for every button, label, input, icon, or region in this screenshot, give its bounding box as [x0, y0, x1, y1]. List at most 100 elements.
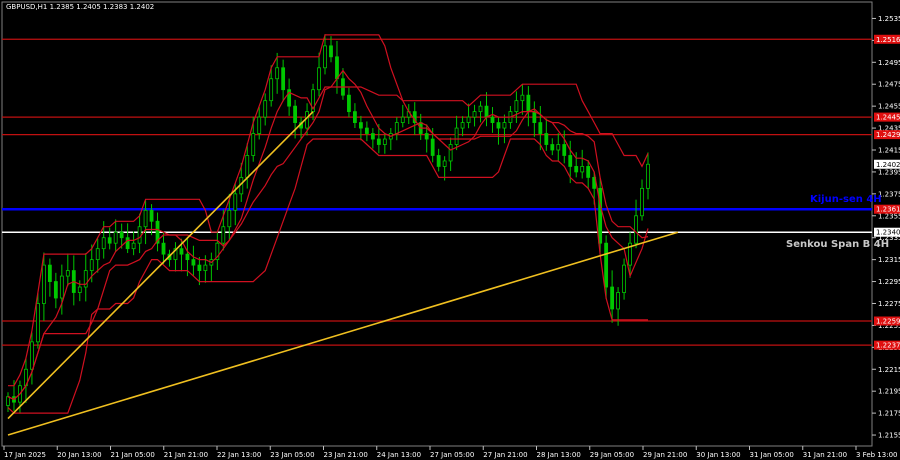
x-tick-label: 29 Jan 05:00	[590, 451, 634, 459]
candle-body	[65, 270, 70, 277]
y-tick-label: 1.2175	[878, 410, 900, 418]
level-price-label: 1.2237	[876, 342, 900, 350]
candle-body	[41, 264, 46, 304]
candle-body	[532, 111, 537, 123]
candle-body	[281, 67, 286, 91]
candle-body	[317, 67, 321, 91]
candle-body	[460, 122, 465, 129]
candle-body	[245, 155, 250, 178]
candle-body	[161, 242, 166, 255]
candle-body	[442, 160, 447, 167]
candle-body	[538, 122, 543, 134]
x-tick-label: 30 Jan 13:00	[696, 451, 740, 459]
candle-body	[6, 396, 10, 406]
y-tick-label: 1.2475	[878, 81, 900, 89]
candle-body	[640, 187, 644, 217]
candle-body	[436, 155, 441, 167]
y-tick-label: 1.2295	[878, 278, 900, 286]
candle-body	[77, 286, 82, 293]
candle-body	[478, 105, 483, 113]
candle-body	[227, 209, 232, 228]
candle-body	[370, 133, 375, 140]
ichimoku-line	[7, 138, 648, 414]
level-price-label: 1.2516	[876, 36, 900, 44]
y-tick-label: 1.2535	[878, 15, 900, 23]
level-price-label: 1.2259	[876, 318, 900, 326]
candle-body	[137, 226, 142, 244]
candle-body	[556, 144, 561, 151]
candle-body	[101, 237, 106, 250]
candle-body	[424, 133, 429, 140]
x-tick-label: 29 Jan 21:00	[643, 451, 687, 459]
current-price-label: 1.2402	[876, 161, 900, 169]
candle-body	[580, 166, 585, 173]
y-tick-label: 1.2155	[878, 432, 900, 440]
x-tick-label: 21 Jan 05:00	[111, 451, 155, 459]
candle-body	[616, 292, 620, 310]
candle-body	[305, 111, 309, 129]
candle-body	[203, 264, 208, 271]
y-tick-label: 1.2395	[878, 168, 900, 176]
x-tick-label: 31 Jan 21:00	[803, 451, 847, 459]
candle-body	[191, 259, 196, 266]
candle-body	[364, 127, 369, 134]
y-tick-label: 1.2415	[878, 147, 900, 155]
candle-body	[263, 100, 268, 118]
candle-body	[604, 242, 609, 288]
x-tick-label: 24 Jan 13:00	[377, 451, 421, 459]
candle-body	[448, 144, 453, 162]
candle-body	[149, 209, 154, 222]
candle-body	[347, 94, 351, 113]
candle-body	[586, 166, 591, 178]
candle-body	[47, 264, 52, 282]
senkou-price-label: 1.2340	[876, 229, 900, 237]
candle-body	[574, 166, 579, 173]
candle-body	[119, 231, 124, 239]
x-tick-label: 27 Jan 21:00	[483, 451, 527, 459]
candle-body	[634, 215, 638, 244]
candle-body	[526, 94, 531, 113]
chart-title: GBPUSD,H1 1.2385 1.2405 1.2383 1.2402	[6, 3, 154, 11]
candle-body	[466, 116, 471, 123]
candle-body	[179, 248, 184, 255]
candle-body	[95, 248, 100, 261]
x-tick-label: 22 Jan 13:00	[217, 451, 261, 459]
price-chart[interactable]: GBPUSD,H1 1.2385 1.2405 1.2383 1.2402 1.…	[0, 0, 900, 460]
kijun-sen-label: Kijun-sen 4H	[810, 194, 882, 205]
y-tick-label: 1.2315	[878, 256, 900, 264]
chart-window: GBPUSD,H1 1.2385 1.2405 1.2383 1.2402 1.…	[0, 0, 900, 460]
candle-body	[113, 231, 118, 244]
x-tick-label: 17 Jan 2025	[4, 451, 46, 459]
x-tick-label: 31 Jan 05:00	[750, 451, 794, 459]
candle-body	[382, 138, 387, 145]
candle-body	[562, 144, 567, 156]
level-price-label: 1.2361	[876, 206, 900, 214]
candle-body	[376, 138, 381, 145]
candle-body	[568, 155, 573, 167]
y-tick-label: 1.2455	[878, 103, 900, 111]
candle-body	[430, 138, 435, 156]
level-price-label: 1.2429	[876, 131, 900, 139]
plot-frame	[1, 1, 873, 447]
candle-body	[36, 303, 40, 343]
candle-body	[275, 67, 280, 80]
candle-body	[221, 226, 226, 244]
candle-body	[233, 193, 238, 211]
x-tick-label: 3 Feb 13:00	[856, 451, 897, 459]
x-tick-label: 20 Jan 13:00	[57, 451, 101, 459]
candle-body	[257, 116, 262, 134]
y-tick-label: 1.2195	[878, 388, 900, 396]
candle-body	[622, 264, 626, 293]
candle-body	[185, 253, 190, 261]
candle-body	[329, 45, 333, 58]
candle-body	[550, 144, 555, 151]
candle-body	[53, 281, 58, 299]
candle-body	[484, 105, 489, 118]
candle-body	[143, 209, 148, 228]
candle-body	[269, 78, 274, 102]
candle-body	[293, 105, 298, 123]
x-tick-label: 23 Jan 05:00	[270, 451, 314, 459]
candle-body	[394, 122, 399, 134]
x-tick-label: 21 Jan 21:00	[164, 451, 208, 459]
candle-body	[323, 45, 327, 69]
